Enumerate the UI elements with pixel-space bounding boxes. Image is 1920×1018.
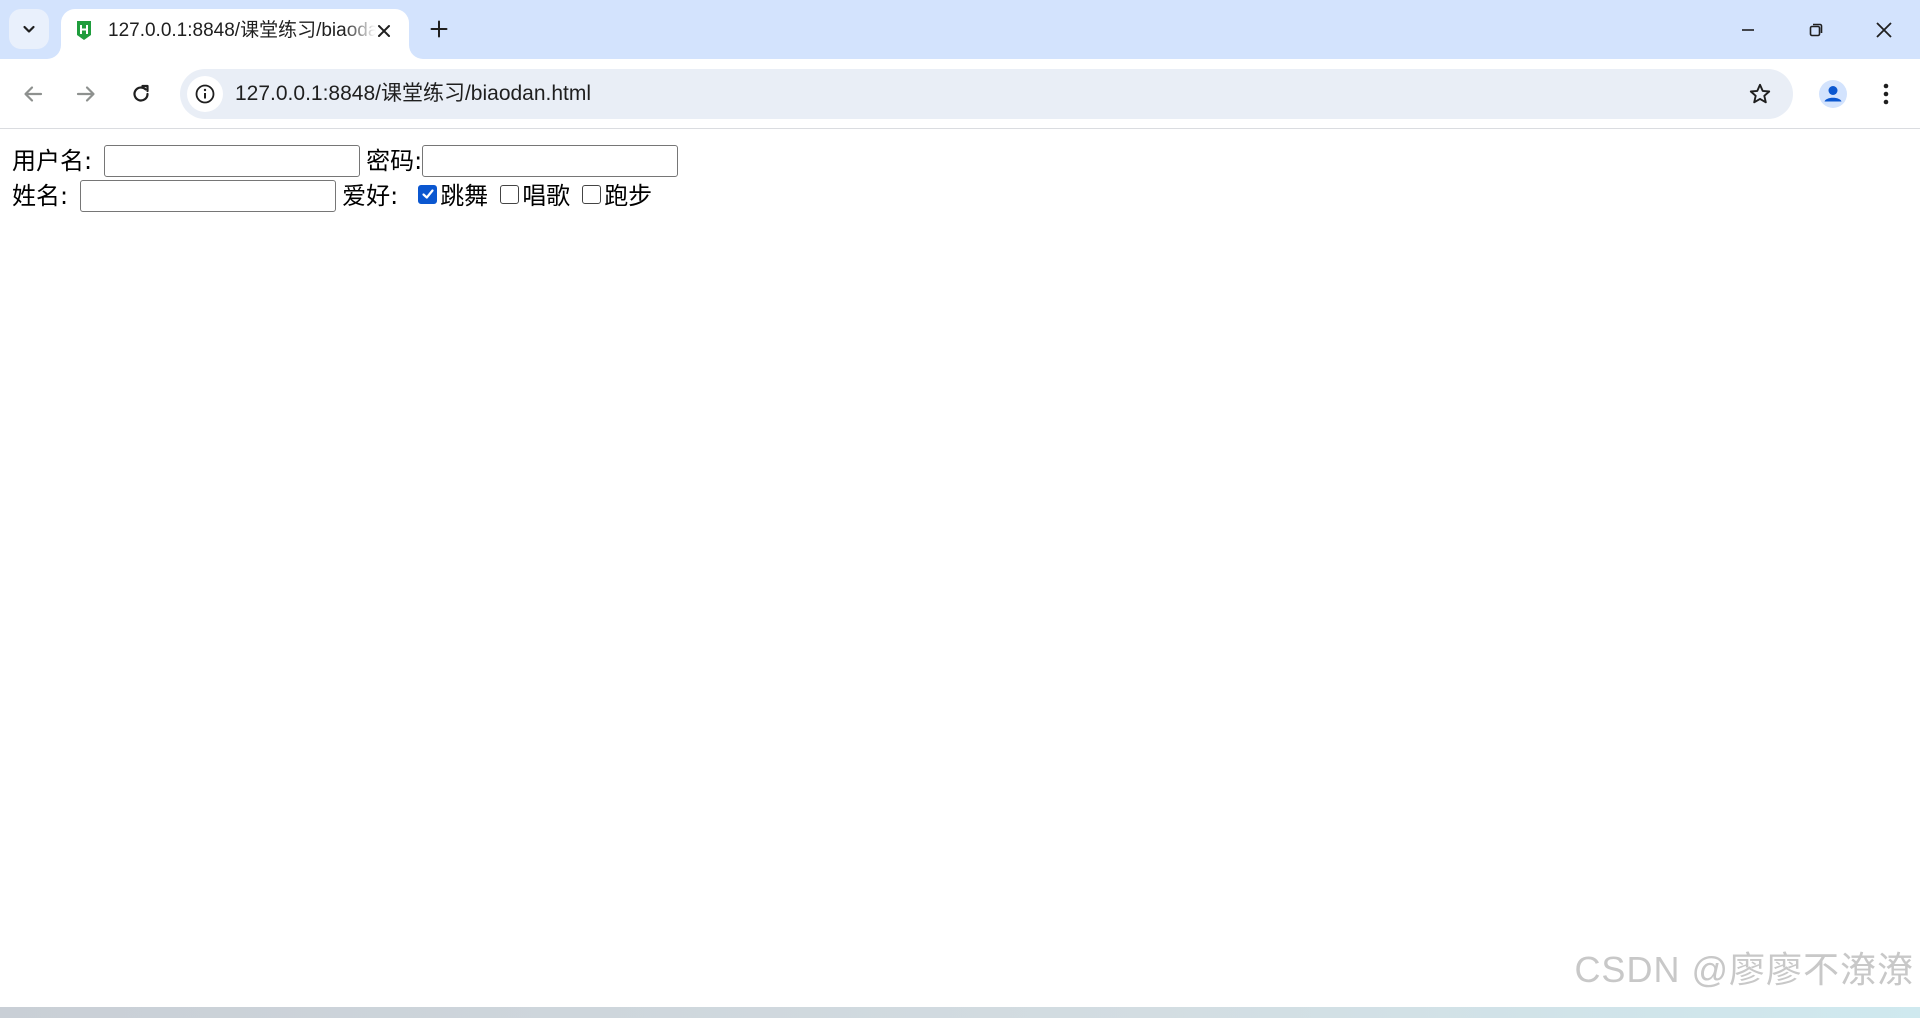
arrow-left-icon <box>24 86 43 102</box>
name-input[interactable] <box>80 180 337 212</box>
username-label: 用户名: <box>12 147 93 175</box>
window-bottom-edge <box>0 1007 1920 1018</box>
close-icon <box>378 25 390 37</box>
restore-icon <box>1809 23 1823 36</box>
profile-button[interactable] <box>1813 74 1853 114</box>
chevron-down-icon <box>23 25 35 33</box>
hobby-checkbox-sing[interactable] <box>500 184 520 204</box>
password-label: 密码: <box>366 147 423 175</box>
restore-button[interactable] <box>1782 0 1850 59</box>
info-icon <box>195 84 215 104</box>
hobby-label-dance: 跳舞 <box>440 182 489 210</box>
bookmark-button[interactable] <box>1745 79 1775 109</box>
checkmark-icon <box>422 189 434 199</box>
kebab-menu-icon <box>1883 83 1889 105</box>
name-label: 姓名: <box>12 182 69 210</box>
hobby-label-run: 跑步 <box>604 182 653 210</box>
forward-button[interactable] <box>66 74 106 114</box>
address-bar[interactable]: 127.0.0.1:8848/课堂练习/biaodan.html <box>180 69 1793 119</box>
close-window-button[interactable] <box>1850 0 1918 59</box>
hobby-checkbox-dance[interactable] <box>418 184 438 204</box>
watermark: CSDN @廖廖不潦潦 <box>1574 949 1914 990</box>
form-row-profile: 姓名: 爱好: 跳舞 唱歌 跑步 <box>12 179 652 213</box>
arrow-right-icon <box>76 86 95 102</box>
reload-icon <box>133 84 149 102</box>
back-button[interactable] <box>13 74 53 114</box>
star-icon <box>1749 83 1771 104</box>
form-row-account: 用户名: 密码: <box>12 144 679 178</box>
page-content: 用户名: 密码: 姓名: 爱好: 跳舞 唱歌 跑步 CSDN @廖廖不潦潦 <box>0 129 1920 1007</box>
tab-search-button[interactable] <box>9 9 49 49</box>
tab-title: 127.0.0.1:8848/课堂练习/biaodan.html <box>108 20 376 41</box>
tab-strip: 127.0.0.1:8848/课堂练习/biaodan.html <box>0 0 1920 59</box>
plus-icon <box>430 20 448 38</box>
hobby-label-sing: 唱歌 <box>522 182 571 210</box>
password-input[interactable] <box>422 145 679 177</box>
new-tab-button[interactable] <box>424 14 454 44</box>
close-icon <box>1876 21 1892 38</box>
person-icon <box>1819 80 1847 108</box>
close-tab-button[interactable] <box>373 20 395 42</box>
reload-button[interactable] <box>121 74 161 114</box>
hobby-label: 爱好: <box>342 182 399 210</box>
hobby-checkbox-run[interactable] <box>582 184 602 204</box>
active-tab[interactable]: 127.0.0.1:8848/课堂练习/biaodan.html <box>61 9 409 59</box>
browser-toolbar: 127.0.0.1:8848/课堂练习/biaodan.html <box>0 59 1920 129</box>
hbuilder-icon <box>74 19 94 41</box>
minimize-button[interactable] <box>1714 0 1782 59</box>
minimize-icon <box>1742 28 1754 31</box>
menu-button[interactable] <box>1866 74 1906 114</box>
username-input[interactable] <box>104 145 361 177</box>
url-text[interactable]: 127.0.0.1:8848/课堂练习/biaodan.html <box>235 69 591 119</box>
site-info-button[interactable] <box>187 76 223 112</box>
